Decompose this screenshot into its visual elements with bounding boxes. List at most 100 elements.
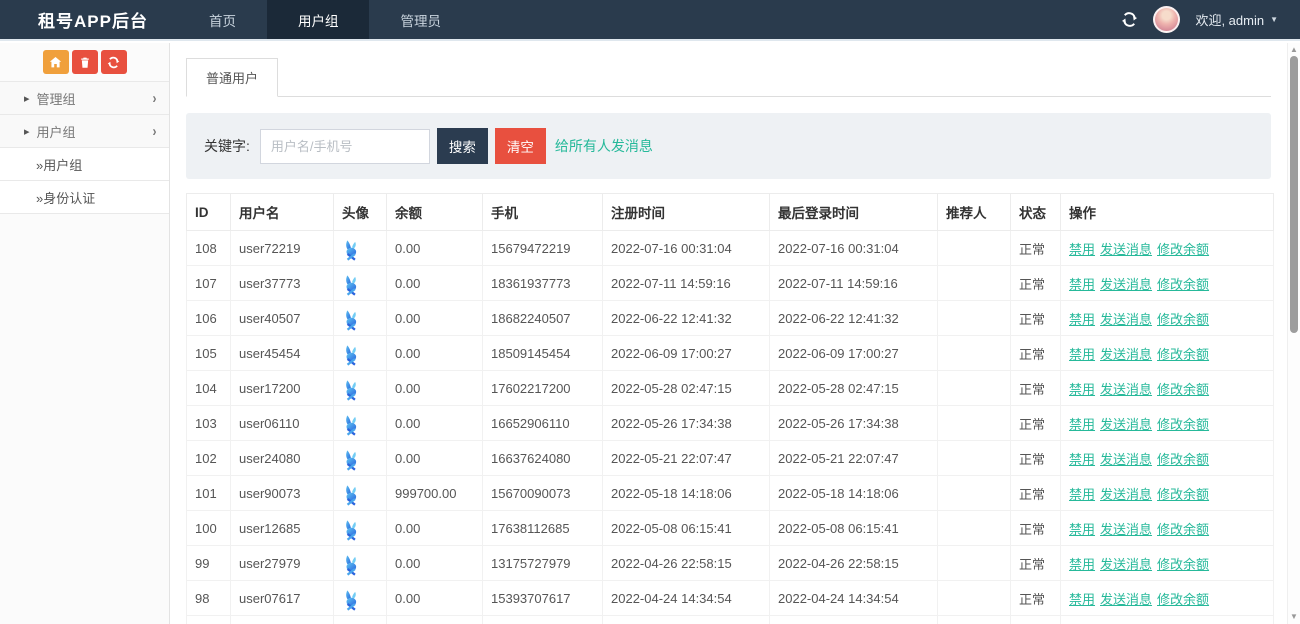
- sidebar-item-身份认证[interactable]: »身份认证: [0, 181, 169, 214]
- modify-balance-link[interactable]: 修改余额: [1157, 277, 1209, 292]
- column-header-注册时间: 注册时间: [603, 194, 770, 231]
- cell-referrer: [938, 581, 1011, 616]
- blue-rabbit-avatar-icon: [342, 344, 378, 366]
- cell-status: 正常: [1011, 546, 1061, 581]
- cell-username: user24080: [231, 441, 334, 476]
- disable-link[interactable]: 禁用: [1069, 557, 1095, 572]
- nav-item-2[interactable]: 管理员: [369, 0, 472, 39]
- cell-phone: 18682240507: [483, 301, 603, 336]
- cell-status: 正常: [1011, 336, 1061, 371]
- sidebar-item-用户组[interactable]: ▸用户组›: [0, 115, 169, 148]
- modify-balance-link[interactable]: 修改余额: [1157, 452, 1209, 467]
- sidebar-item-label: »用户组: [36, 155, 82, 174]
- blue-rabbit-avatar-icon: [342, 414, 378, 436]
- cell-operations: 禁用发送消息修改余额: [1061, 581, 1274, 616]
- table-row: 100user126850.00176381126852022-05-08 06…: [187, 511, 1274, 546]
- disable-link[interactable]: 禁用: [1069, 312, 1095, 327]
- cell-status: 正常: [1011, 616, 1061, 624]
- cell-referrer: [938, 406, 1011, 441]
- cell-last-login: 2022-06-22 12:41:32: [770, 301, 938, 336]
- welcome-dropdown[interactable]: 欢迎, admin ▼: [1195, 10, 1278, 29]
- disable-link[interactable]: 禁用: [1069, 417, 1095, 432]
- broadcast-message-link[interactable]: 给所有人发消息: [555, 136, 653, 156]
- cell-last-login: 2022-04-24 14:34:54: [770, 581, 938, 616]
- cell-phone: 13175727979: [483, 546, 603, 581]
- trash-button[interactable]: [72, 50, 98, 74]
- cell-last-login: 2022-06-09 17:00:27: [770, 336, 938, 371]
- blue-rabbit-avatar-icon: [342, 239, 378, 261]
- scrollbar-thumb[interactable]: [1290, 56, 1298, 333]
- cell-operations: 禁用发送消息修改余额: [1061, 616, 1274, 624]
- cell-balance: 0.00: [387, 371, 483, 406]
- cell-referrer: [938, 476, 1011, 511]
- disable-link[interactable]: 禁用: [1069, 382, 1095, 397]
- send-message-link[interactable]: 发送消息: [1100, 452, 1152, 467]
- sync-button[interactable]: [101, 50, 127, 74]
- cell-registered: 2022-04-26 22:58:15: [603, 546, 770, 581]
- modify-balance-link[interactable]: 修改余额: [1157, 487, 1209, 502]
- send-message-link[interactable]: 发送消息: [1100, 417, 1152, 432]
- send-message-link[interactable]: 发送消息: [1100, 242, 1152, 257]
- main-content: 普通用户 关键字: 搜索 清空 给所有人发消息 ID用户名头像余额手机注册时间最…: [171, 43, 1287, 624]
- cell-id: 105: [187, 336, 231, 371]
- disable-link[interactable]: 禁用: [1069, 347, 1095, 362]
- disable-link[interactable]: 禁用: [1069, 522, 1095, 537]
- send-message-link[interactable]: 发送消息: [1100, 522, 1152, 537]
- search-input[interactable]: [260, 129, 430, 164]
- cell-registered: 2022-05-18 14:18:06: [603, 476, 770, 511]
- scroll-down-icon[interactable]: ▼: [1288, 612, 1300, 621]
- disable-link[interactable]: 禁用: [1069, 592, 1095, 607]
- user-avatar[interactable]: [1153, 6, 1180, 33]
- send-message-link[interactable]: 发送消息: [1100, 382, 1152, 397]
- vertical-scrollbar[interactable]: ▲ ▼: [1287, 43, 1300, 624]
- table-row: 99user279790.00131757279792022-04-26 22:…: [187, 546, 1274, 581]
- cell-id: 101: [187, 476, 231, 511]
- search-button[interactable]: 搜索: [437, 128, 488, 164]
- table-row: 104user172000.00176022172002022-05-28 02…: [187, 371, 1274, 406]
- sidebar-item-管理组[interactable]: ▸管理组›: [0, 82, 169, 115]
- clear-button[interactable]: 清空: [495, 128, 546, 164]
- disable-link[interactable]: 禁用: [1069, 452, 1095, 467]
- tab-normal-users[interactable]: 普通用户: [186, 58, 278, 97]
- send-message-link[interactable]: 发送消息: [1100, 557, 1152, 572]
- refresh-icon[interactable]: [1121, 11, 1138, 28]
- cell-referrer: [938, 441, 1011, 476]
- keyword-label: 关键字:: [204, 136, 250, 156]
- column-header-状态: 状态: [1011, 194, 1061, 231]
- sidebar-item-用户组[interactable]: »用户组: [0, 148, 169, 181]
- modify-balance-link[interactable]: 修改余额: [1157, 312, 1209, 327]
- nav-item-1[interactable]: 用户组: [267, 0, 370, 39]
- send-message-link[interactable]: 发送消息: [1100, 312, 1152, 327]
- cell-id: 108: [187, 231, 231, 266]
- cell-avatar: [334, 546, 387, 581]
- cell-registered: 2022-04-24 14:34:54: [603, 581, 770, 616]
- send-message-link[interactable]: 发送消息: [1100, 347, 1152, 362]
- column-header-ID: ID: [187, 194, 231, 231]
- modify-balance-link[interactable]: 修改余额: [1157, 417, 1209, 432]
- cell-id: 106: [187, 301, 231, 336]
- modify-balance-link[interactable]: 修改余额: [1157, 592, 1209, 607]
- modify-balance-link[interactable]: 修改余额: [1157, 242, 1209, 257]
- cell-status: 正常: [1011, 231, 1061, 266]
- modify-balance-link[interactable]: 修改余额: [1157, 382, 1209, 397]
- table-row: 106user405070.00186822405072022-06-22 12…: [187, 301, 1274, 336]
- cell-operations: 禁用发送消息修改余额: [1061, 231, 1274, 266]
- modify-balance-link[interactable]: 修改余额: [1157, 347, 1209, 362]
- table-row: 107user377730.00183619377732022-07-11 14…: [187, 266, 1274, 301]
- table-row: 102user240800.00166376240802022-05-21 22…: [187, 441, 1274, 476]
- home-button[interactable]: [43, 50, 69, 74]
- cell-id: [187, 616, 231, 624]
- table-row: 101user90073999700.00156700900732022-05-…: [187, 476, 1274, 511]
- disable-link[interactable]: 禁用: [1069, 487, 1095, 502]
- modify-balance-link[interactable]: 修改余额: [1157, 522, 1209, 537]
- disable-link[interactable]: 禁用: [1069, 277, 1095, 292]
- nav-item-0[interactable]: 首页: [178, 0, 267, 39]
- scroll-up-icon[interactable]: ▲: [1288, 45, 1300, 54]
- disable-link[interactable]: 禁用: [1069, 242, 1095, 257]
- cell-last-login: 2022-07-16 00:31:04: [770, 231, 938, 266]
- send-message-link[interactable]: 发送消息: [1100, 592, 1152, 607]
- modify-balance-link[interactable]: 修改余额: [1157, 557, 1209, 572]
- send-message-link[interactable]: 发送消息: [1100, 277, 1152, 292]
- send-message-link[interactable]: 发送消息: [1100, 487, 1152, 502]
- cell-registered: 2022-05-08 06:15:41: [603, 511, 770, 546]
